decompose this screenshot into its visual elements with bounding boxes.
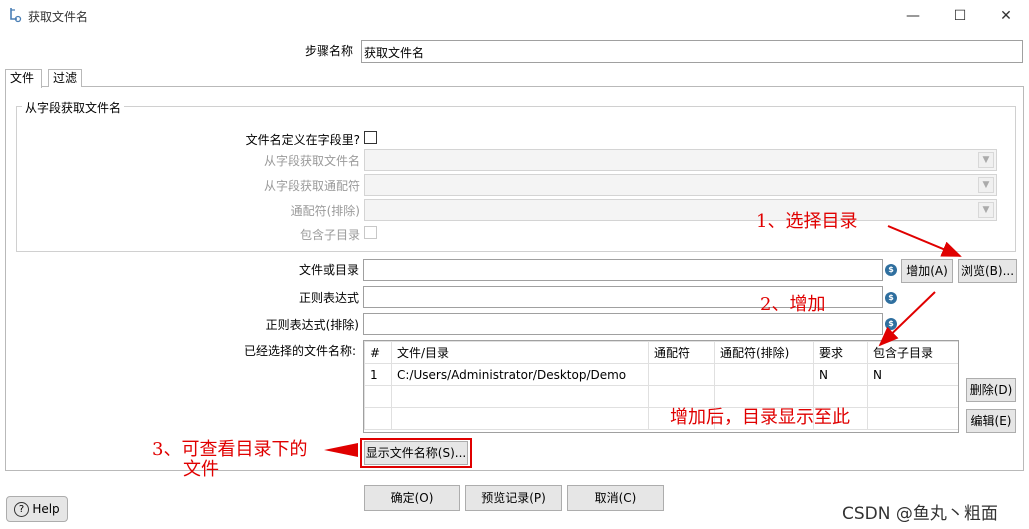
row-wildcard-exclude[interactable]: [714, 363, 814, 386]
annotation-after-add: 增加后，目录显示至此: [670, 407, 850, 428]
edit-button[interactable]: 编辑(E): [966, 409, 1016, 433]
show-filenames-button[interactable]: 显示文件名称(S)...: [364, 441, 468, 465]
column-header[interactable]: 包含子目录: [867, 341, 958, 364]
watermark: CSDN @鱼丸丶粗面: [842, 504, 998, 524]
preview-button[interactable]: 预览记录(P): [465, 485, 562, 511]
regex-label: 正则表达式: [298, 291, 359, 305]
include-subfolders-label: 包含子目录: [299, 228, 360, 242]
tab-filter[interactable]: 过滤: [48, 69, 82, 87]
table-row-empty[interactable]: [364, 385, 958, 408]
annotation-step2: 2、增加: [760, 294, 826, 315]
from-field-group-legend: 从字段获取文件名: [22, 99, 125, 116]
browse-button[interactable]: 浏览(B)...: [958, 259, 1017, 283]
variable-icon: $: [885, 264, 897, 276]
column-header[interactable]: 通配符(排除): [714, 341, 814, 364]
field-filename-select[interactable]: ▼: [364, 149, 997, 171]
variable-icon: $: [885, 318, 897, 330]
selected-files-table: # 文件/目录 通配符 通配符(排除) 要求 包含子目录 1 C:/Users/…: [364, 341, 958, 430]
column-header[interactable]: 通配符: [648, 341, 715, 364]
row-required[interactable]: N: [813, 363, 868, 386]
delete-button[interactable]: 删除(D): [966, 378, 1016, 402]
column-header[interactable]: #: [364, 341, 392, 364]
add-button[interactable]: 增加(A): [901, 259, 953, 283]
regex-exclude-label: 正则表达式(排除): [265, 318, 359, 332]
row-wildcard[interactable]: [648, 363, 715, 386]
annotation-step1: 1、选择目录: [756, 211, 858, 232]
tab-file[interactable]: 文件: [5, 69, 42, 88]
row-number: 1: [364, 363, 392, 386]
chevron-down-icon: ▼: [978, 177, 994, 193]
table-header-row: # 文件/目录 通配符 通配符(排除) 要求 包含子目录: [364, 341, 958, 364]
column-header[interactable]: 要求: [813, 341, 868, 364]
include-subfolders-checkbox[interactable]: [364, 226, 377, 239]
kettle-app-icon: [10, 8, 22, 23]
wildcard-exclude-select[interactable]: ▼: [364, 199, 997, 221]
maximize-button[interactable]: ☐: [945, 5, 975, 27]
chevron-down-icon: ▼: [978, 202, 994, 218]
help-button-label: Help: [32, 502, 60, 516]
filename-in-field-label: 文件名定义在字段里?: [245, 133, 360, 147]
field-wildcard-select[interactable]: ▼: [364, 174, 997, 196]
table-row-empty[interactable]: [364, 407, 958, 430]
step-name-input[interactable]: 获取文件名: [361, 40, 1023, 63]
wildcard-exclude-label: 通配符(排除): [290, 204, 360, 218]
field-filename-label: 从字段获取文件名: [263, 154, 360, 168]
regex-exclude-input[interactable]: [363, 313, 883, 335]
column-header[interactable]: 文件/目录: [391, 341, 649, 364]
file-or-dir-input[interactable]: [363, 259, 883, 281]
file-or-dir-label: 文件或目录: [298, 263, 359, 277]
minimize-button[interactable]: —: [898, 5, 928, 27]
title-bar: 获取文件名 — ☐ ✕: [0, 0, 1029, 32]
field-wildcard-label: 从字段获取通配符: [263, 179, 360, 193]
annotation-step3-line1: 3、可查看目录下的: [152, 439, 308, 460]
help-button[interactable]: ? Help: [6, 496, 68, 522]
close-button[interactable]: ✕: [991, 5, 1021, 27]
row-include-subfolders[interactable]: N: [867, 363, 958, 386]
variable-icon: $: [885, 292, 897, 304]
chevron-down-icon: ▼: [978, 152, 994, 168]
row-path[interactable]: C:/Users/Administrator/Desktop/Demo: [391, 363, 649, 386]
ok-button[interactable]: 确定(O): [364, 485, 460, 511]
step-name-label: 步骤名称: [304, 44, 353, 58]
table-row[interactable]: 1 C:/Users/Administrator/Desktop/Demo N …: [364, 363, 958, 386]
annotation-step3-line2: 文件: [183, 459, 219, 480]
selected-files-label: 已经选择的文件名称:: [243, 344, 356, 358]
filename-in-field-checkbox[interactable]: [364, 131, 377, 144]
cancel-button[interactable]: 取消(C): [567, 485, 664, 511]
selected-files-table-container: # 文件/目录 通配符 通配符(排除) 要求 包含子目录 1 C:/Users/…: [363, 340, 959, 433]
window-title: 获取文件名: [28, 10, 89, 24]
help-icon: ?: [14, 502, 29, 517]
